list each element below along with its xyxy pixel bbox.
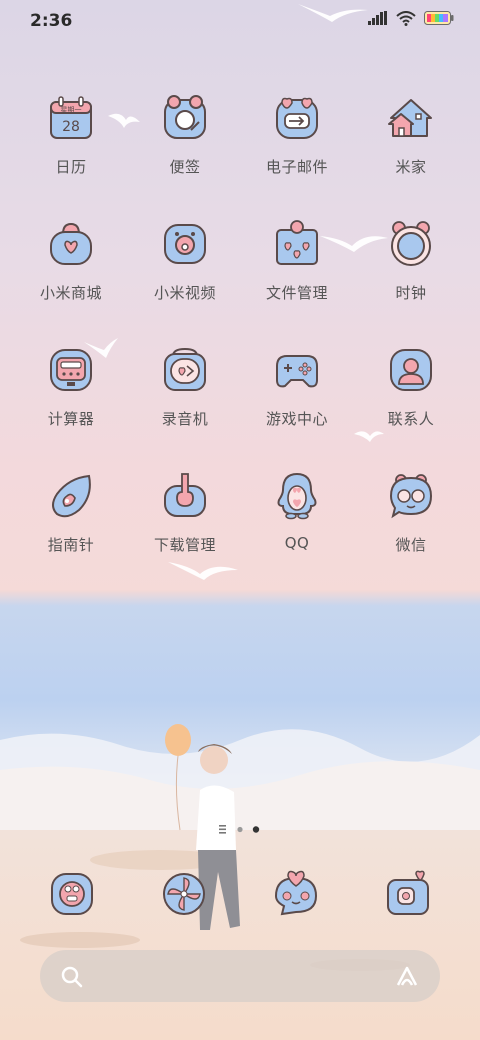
app-notes[interactable]: 便签 [130,92,240,177]
compass-icon [52,474,91,518]
app-email[interactable]: 电子邮件 [242,92,352,177]
app-compass[interactable]: 指南针 [16,470,126,555]
game-center-icon [276,355,318,388]
downloads-icon [164,473,206,517]
app-wechat[interactable]: 微信 [356,470,466,555]
app-clock[interactable]: 时钟 [356,218,466,303]
app-label: 电子邮件 [265,158,328,176]
home-overview-icon [219,825,226,834]
app-label: 录音机 [161,410,209,428]
app-label: 计算器 [47,410,95,428]
app-label: 便签 [169,158,201,176]
qq-icon [277,472,317,520]
app-label: 米家 [395,158,427,176]
app-mijia[interactable]: 米家 [356,92,466,177]
app-label: 日历 [55,158,87,176]
app-calculator[interactable]: 计算器 [16,344,126,429]
app-mi-store[interactable]: 小米商城 [16,218,126,303]
calendar-icon: 星期一 28 [50,96,92,139]
app-game-center[interactable]: 游戏中心 [242,344,352,429]
app-file-manager[interactable]: 文件管理 [242,218,352,303]
contacts-icon [390,349,432,391]
camera-icon[interactable] [382,868,434,920]
app-label: 联系人 [387,410,435,428]
app-label: QQ [284,534,310,552]
app-label: 小米商城 [39,284,102,302]
xiaoai-assistant-icon[interactable] [394,963,420,989]
app-downloads[interactable]: 下载管理 [130,470,240,555]
app-calendar[interactable]: 星期一 28 日历 [16,92,126,177]
phone-icon[interactable] [46,868,98,920]
app-label: 微信 [395,536,427,554]
battery-icon [424,11,454,25]
page-indicator[interactable] [0,820,480,840]
page-dot-1 [237,826,243,833]
app-label: 指南针 [47,536,95,554]
app-recorder[interactable]: 录音机 [130,344,240,429]
app-label: 小米视频 [153,284,216,302]
app-label: 游戏中心 [265,410,328,428]
app-label: 下载管理 [153,536,216,554]
calendar-weekday: 星期一 [61,106,82,114]
recorder-icon [164,347,206,391]
wechat-icon [389,474,433,519]
clock-icon [391,221,431,266]
page-dot-2-active [252,826,260,833]
app-label: 时钟 [395,284,427,302]
status-bar: 2:36 [0,0,480,40]
notes-icon [164,95,206,139]
search-bar[interactable] [40,950,440,1002]
calendar-date: 28 [62,119,80,135]
signal-icon [368,11,387,25]
app-qq[interactable]: QQ [242,470,352,552]
mi-video-icon [164,224,206,264]
app-label: 文件管理 [265,284,328,302]
email-icon [276,97,318,139]
clock-time: 2:36 [30,11,73,31]
wifi-icon [396,10,416,26]
mijia-home-icon [388,99,432,137]
calculator-icon [50,349,92,391]
search-icon[interactable] [60,965,84,989]
messages-icon[interactable] [270,868,322,920]
mi-store-icon [50,222,92,265]
file-manager-icon [276,220,318,265]
app-mi-video[interactable]: 小米视频 [130,218,240,303]
app-contacts[interactable]: 联系人 [356,344,466,429]
browser-icon[interactable] [158,868,210,920]
